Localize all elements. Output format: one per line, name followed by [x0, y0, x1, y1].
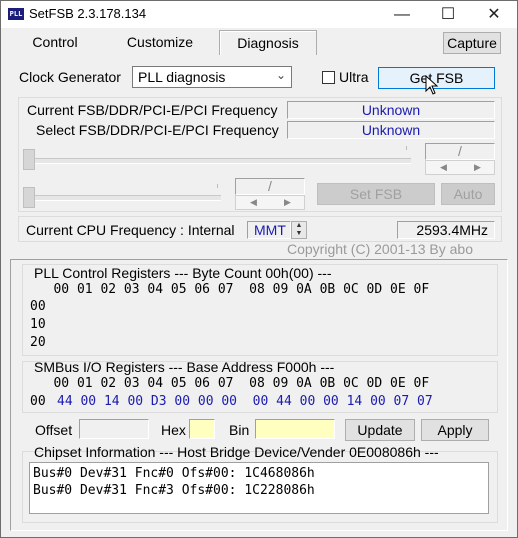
offset-label: Offset	[35, 422, 73, 438]
pll-row-20: 20	[30, 335, 46, 350]
smbus-row-address: 00	[30, 394, 46, 409]
slider-thumb-1[interactable]	[23, 149, 35, 170]
maximize-icon[interactable]: ☐	[425, 1, 471, 28]
tab-diagnosis[interactable]: Diagnosis	[219, 30, 317, 55]
slider-track-1[interactable]	[25, 158, 411, 164]
clock-generator-label: Clock Generator	[19, 69, 121, 85]
update-button[interactable]: Update	[345, 419, 415, 441]
mouse-cursor-icon	[425, 74, 439, 95]
cpu-mode-value: MMT	[247, 221, 291, 239]
setfsb-window: PLL SetFSB 2.3.178.134 — ☐ ✕ Control Cus…	[0, 0, 518, 538]
title-bar[interactable]: PLL SetFSB 2.3.178.134 — ☐ ✕	[1, 1, 517, 28]
chevron-down-icon: ⌄	[275, 68, 286, 82]
ultra-checkbox[interactable]	[322, 71, 335, 84]
cpu-mode-spinner[interactable]: ▲ ▼	[291, 221, 307, 239]
select-frequency-value: Unknown	[287, 121, 495, 139]
chipset-line-1: Bus#0 Dev#31 Fnc#0 Ofs#00: 1C468086h	[33, 466, 315, 481]
slider-tick-2	[217, 184, 218, 188]
hex-label: Hex	[161, 422, 186, 438]
close-icon[interactable]: ✕	[471, 1, 517, 28]
spin-down-icon[interactable]: ▼	[292, 230, 306, 238]
copyright-text: Copyright (C) 2001-13 By abo	[287, 241, 473, 257]
chipset-line-2: Bus#0 Dev#31 Fnc#3 Ofs#00: 1C228086h	[33, 483, 315, 498]
spin-left-icon[interactable]: ◀	[440, 162, 447, 173]
chipset-header: Chipset Information --- Host Bridge Devi…	[34, 444, 439, 460]
capture-button[interactable]: Capture	[443, 32, 501, 54]
pll-icon: PLL	[8, 8, 24, 20]
slider-2-spinner[interactable]: ◀ ▶	[235, 195, 305, 210]
clock-generator-select[interactable]: PLL diagnosis ⌄	[132, 66, 292, 88]
slider-2-readout: /	[235, 178, 305, 195]
auto-button[interactable]: Auto	[441, 183, 495, 205]
cpu-frequency-value: 2593.4MHz	[397, 221, 495, 239]
slider-1-readout: /	[425, 143, 495, 160]
tab-customize[interactable]: Customize	[108, 30, 212, 54]
window-title: SetFSB 2.3.178.134	[29, 6, 147, 21]
pll-row-10: 10	[30, 317, 46, 332]
chipset-info-box: Bus#0 Dev#31 Fnc#0 Ofs#00: 1C468086h Bus…	[29, 462, 489, 514]
offset-input[interactable]	[79, 419, 149, 439]
pll-row-00: 00	[30, 299, 46, 314]
spin-right-icon[interactable]: ▶	[474, 162, 481, 173]
hex-input[interactable]	[189, 419, 215, 439]
set-fsb-button[interactable]: Set FSB	[317, 183, 435, 205]
slider-tick-1	[406, 146, 407, 150]
slider-track-2[interactable]	[25, 195, 221, 201]
cpu-frequency-label: Current CPU Frequency : Internal	[26, 222, 235, 238]
spin-right-icon[interactable]: ▶	[284, 197, 291, 208]
spin-left-icon[interactable]: ◀	[250, 197, 257, 208]
pll-header: PLL Control Registers --- Byte Count 00h…	[34, 265, 332, 281]
apply-button[interactable]: Apply	[421, 419, 489, 441]
bin-input[interactable]	[255, 419, 335, 439]
bin-label: Bin	[229, 422, 250, 438]
ultra-label: Ultra	[339, 69, 369, 85]
pll-column-headers: 00 01 02 03 04 05 06 07 08 09 0A 0B 0C 0…	[30, 282, 430, 297]
minimize-icon[interactable]: —	[379, 1, 425, 28]
smbus-header: SMBus I/O Registers --- Base Address F00…	[34, 359, 335, 375]
slider-1-spinner[interactable]: ◀ ▶	[425, 160, 495, 175]
tab-control[interactable]: Control	[9, 30, 101, 54]
current-frequency-label: Current FSB/DDR/PCI-E/PCI Frequency	[27, 102, 278, 118]
clock-generator-value: PLL diagnosis	[138, 69, 226, 85]
current-frequency-value: Unknown	[287, 101, 495, 119]
slider-thumb-2[interactable]	[23, 187, 35, 208]
select-frequency-label: Select FSB/DDR/PCI-E/PCI Frequency	[36, 122, 279, 138]
spin-up-icon[interactable]: ▲	[292, 222, 306, 230]
smbus-column-headers: 00 01 02 03 04 05 06 07 08 09 0A 0B 0C 0…	[30, 376, 430, 391]
smbus-row-values: 44 00 14 00 D3 00 00 00 00 44 00 00 14 0…	[57, 394, 433, 409]
